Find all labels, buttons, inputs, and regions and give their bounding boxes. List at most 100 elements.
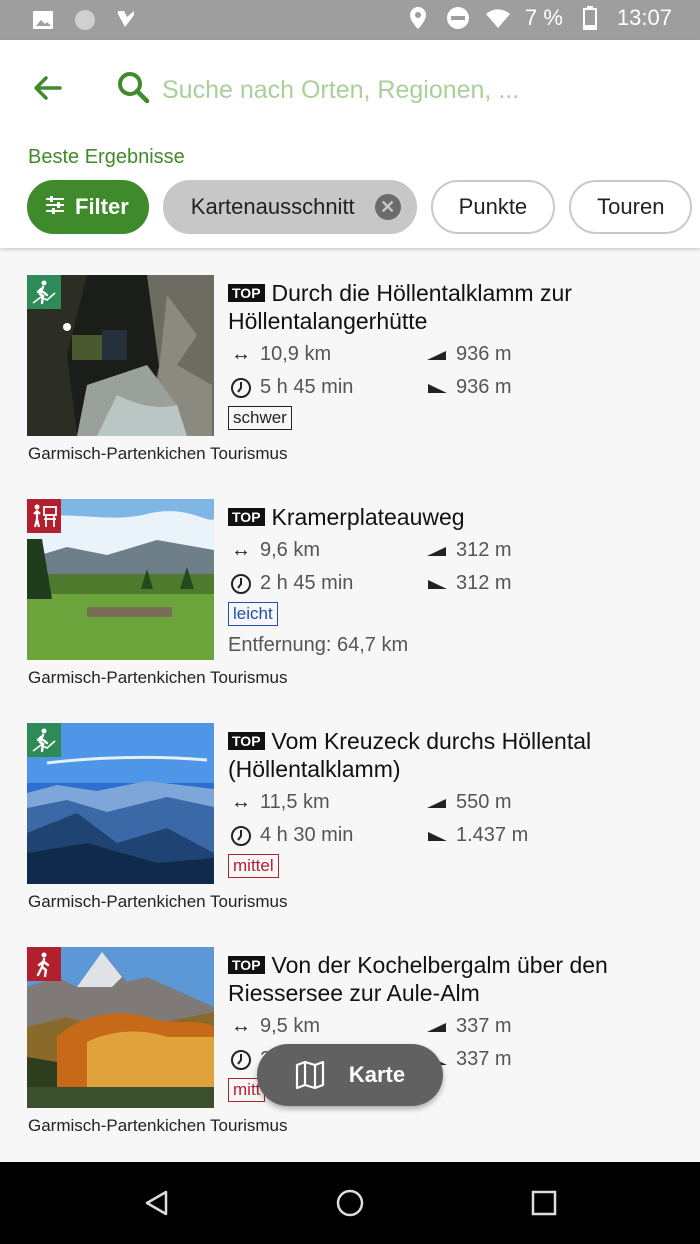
difficulty-badge: leicht — [228, 602, 278, 626]
descent-value: 1.437 m — [456, 824, 529, 846]
wifi-icon — [485, 5, 511, 31]
duration-value: 5 h 45 min — [260, 376, 354, 398]
nav-back-button[interactable] — [142, 1188, 172, 1218]
square-recents-icon — [531, 1190, 557, 1216]
tour-stats: ↔ 10,9 km 936 m 5 h 45 min 936 m — [228, 341, 668, 401]
tour-info: TOP Kramerplateauweg ↔ 9,6 km 312 m 2 h 45… — [228, 503, 668, 657]
stat-duration: 5 h 45 min — [228, 374, 424, 401]
filter-button[interactable]: Filter — [27, 180, 149, 234]
stat-distance: ↔ 9,5 km — [228, 1013, 424, 1040]
tour-title-text: Durch die Höllentalklamm zur Höllentalan… — [228, 280, 572, 334]
stat-descent: 1.437 m — [424, 822, 624, 849]
result-card[interactable]: TOP Von der Kochelbergalm über den Riesse… — [0, 920, 700, 1144]
tour-info: TOP Durch die Höllentalklamm zur Höllenta… — [228, 279, 668, 430]
search-input[interactable] — [162, 68, 662, 112]
chip-touren[interactable]: Touren — [569, 180, 693, 234]
nav-home-button[interactable] — [335, 1188, 365, 1218]
descent-icon — [424, 578, 450, 590]
tour-title-text: Kramerplateauweg — [271, 504, 465, 530]
distance-value: 9,6 km — [260, 539, 321, 561]
clock-icon — [228, 1049, 254, 1071]
app-check-icon — [114, 7, 140, 33]
triangle-back-icon — [145, 1190, 168, 1216]
distance-value: 10,9 km — [260, 343, 332, 365]
tour-image — [27, 947, 214, 1108]
chip-punkte[interactable]: Punkte — [430, 180, 556, 234]
chip-kartenausschnitt[interactable]: Kartenausschnitt ✕ — [162, 180, 417, 234]
chip-label: Touren — [597, 194, 665, 219]
tour-title-text: Vom Kreuzeck durchs Höllental (Höllental… — [228, 728, 592, 782]
hiking-icon — [27, 723, 61, 757]
filter-label: Filter — [75, 194, 129, 219]
tour-title[interactable]: TOP Durch die Höllentalklamm zur Höllenta… — [228, 279, 668, 335]
stat-ascent: 337 m — [424, 1013, 624, 1040]
stat-ascent: 936 m — [424, 341, 624, 368]
nav-recents-button[interactable] — [529, 1188, 559, 1218]
tour-image — [27, 499, 214, 660]
do-not-disturb-icon — [445, 5, 471, 31]
circle-icon — [72, 7, 98, 33]
clock-icon — [228, 573, 254, 595]
tour-source: Garmisch-Partenkichen Tourismus — [28, 668, 288, 687]
distance-icon: ↔ — [231, 539, 251, 561]
stat-descent: 312 m — [424, 570, 624, 597]
descent-icon — [424, 382, 450, 394]
ascent-value: 550 m — [456, 791, 512, 813]
stat-duration: 4 h 30 min — [228, 822, 424, 849]
ascent-icon — [424, 1021, 450, 1033]
ascent-value: 312 m — [456, 539, 512, 561]
status-bar: 7 % 13:07 — [0, 0, 700, 40]
ascent-icon — [424, 349, 450, 361]
distance-icon: ↔ — [231, 343, 251, 365]
ascent-value: 936 m — [456, 343, 512, 365]
ascent-icon — [424, 797, 450, 809]
clock-icon — [228, 377, 254, 399]
ascent-icon — [424, 545, 450, 557]
difficulty-badge: schwer — [228, 406, 292, 430]
distance-icon: ↔ — [231, 1015, 251, 1037]
descent-value: 312 m — [456, 572, 512, 594]
battery-percent: 7 % — [525, 5, 563, 30]
stat-duration: 2 h 45 min — [228, 570, 424, 597]
map-button[interactable]: Karte — [257, 1044, 443, 1106]
clock: 13:07 — [616, 5, 672, 30]
ascent-value: 337 m — [456, 1015, 512, 1037]
tour-title[interactable]: TOP Kramerplateauweg — [228, 503, 668, 531]
top-badge: TOP — [228, 284, 265, 302]
clear-chip-icon[interactable]: ✕ — [374, 194, 401, 220]
chip-label: Kartenausschnitt — [190, 194, 355, 219]
map-icon — [295, 1061, 324, 1089]
top-badge: TOP — [228, 732, 265, 750]
descent-value: 337 m — [456, 1048, 512, 1070]
hiking-icon — [27, 275, 61, 309]
distance-value: 11,5 km — [260, 791, 330, 813]
result-card[interactable]: TOP Kramerplateauweg ↔ 9,6 km 312 m 2 h 45… — [0, 472, 700, 696]
tour-stats: ↔ 11,5 km 550 m 4 h 30 min 1.437 m — [228, 789, 668, 849]
search-header: Beste Ergebnisse Filter Kartenausschnitt… — [0, 40, 700, 248]
top-badge: TOP — [228, 956, 265, 974]
descent-icon — [424, 830, 450, 842]
circle-home-icon — [336, 1189, 364, 1217]
stat-distance: ↔ 9,6 km — [228, 537, 424, 564]
result-card[interactable]: TOP Durch die Höllentalklamm zur Höllenta… — [0, 248, 700, 472]
tour-image — [27, 723, 214, 884]
stat-ascent: 312 m — [424, 537, 624, 564]
tour-stats: ↔ 9,6 km 312 m 2 h 45 min 312 m — [228, 537, 668, 597]
tour-title[interactable]: TOP Von der Kochelbergalm über den Riesse… — [228, 951, 668, 1007]
arrow-left-icon — [34, 76, 62, 100]
clock-icon — [228, 825, 254, 847]
search-icon — [116, 70, 150, 104]
stat-distance: ↔ 11,5 km — [228, 789, 424, 816]
back-button[interactable] — [28, 68, 68, 108]
tour-title-text: Von der Kochelbergalm über den Riesserse… — [228, 952, 608, 1006]
distance-icon: ↔ — [231, 791, 251, 813]
walking-icon — [27, 947, 61, 981]
family-hiking-icon — [27, 499, 61, 533]
tour-title[interactable]: TOP Vom Kreuzeck durchs Höllental (Höllen… — [228, 727, 668, 783]
image-icon — [30, 7, 56, 33]
result-card[interactable]: TOP Vom Kreuzeck durchs Höllental (Höllen… — [0, 696, 700, 920]
descent-value: 936 m — [456, 376, 512, 398]
stat-distance: ↔ 10,9 km — [228, 341, 424, 368]
battery-icon — [577, 5, 603, 31]
tour-source: Garmisch-Partenkichen Tourismus — [28, 1116, 288, 1135]
